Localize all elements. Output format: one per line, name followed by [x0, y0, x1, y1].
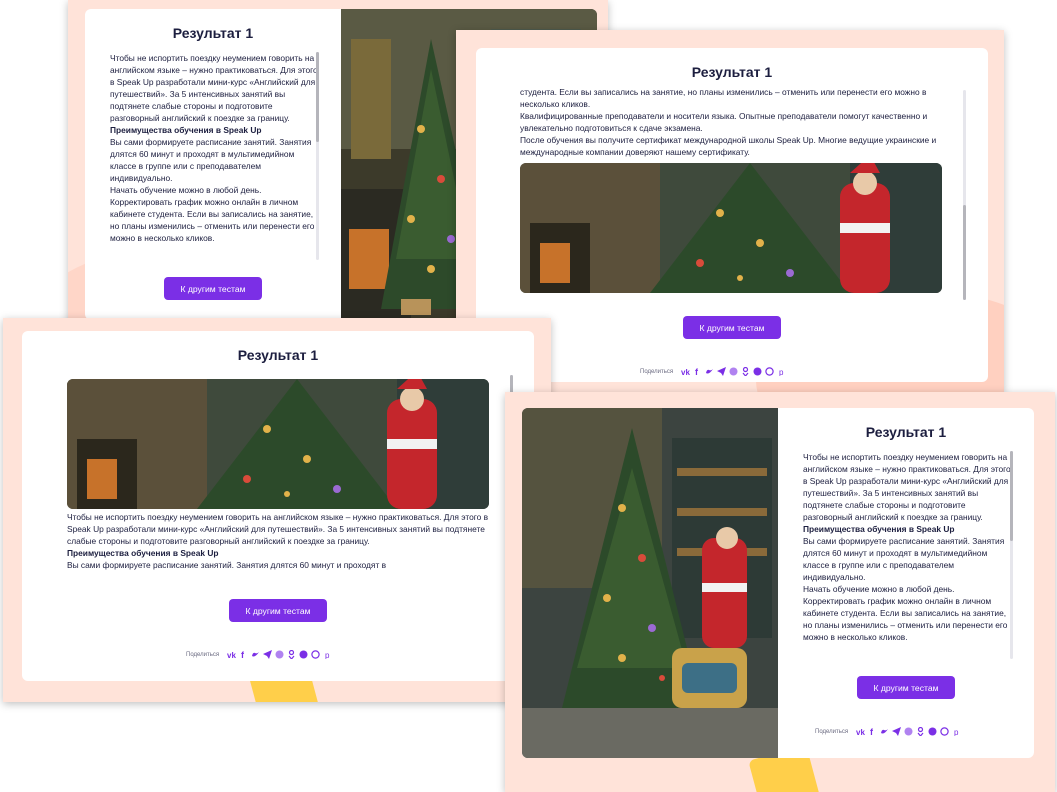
scrollbar[interactable]: [316, 52, 319, 260]
result-subheading: Преимущества обучения в Speak Up: [67, 548, 219, 558]
whatsapp-icon[interactable]: [311, 650, 320, 659]
other-tests-button[interactable]: К другим тестам: [857, 676, 955, 699]
telegram-icon[interactable]: [717, 367, 727, 376]
share-icons: vk f p: [227, 650, 332, 659]
svg-text:vk: vk: [227, 651, 236, 659]
telegram-icon[interactable]: [263, 650, 273, 659]
other-tests-button[interactable]: К другим тестам: [164, 277, 262, 300]
screenshot-frame-3: Результат 1 Чтобы не испортить поездку н…: [3, 318, 551, 702]
viber-alt-icon[interactable]: [275, 650, 284, 659]
result-paragraph: Чтобы не испортить поездку неумением гов…: [67, 512, 489, 546]
scrollbar-thumb[interactable]: [316, 52, 319, 142]
svg-text:f: f: [241, 650, 245, 659]
share-icons: vk f p: [856, 727, 961, 736]
vk-icon[interactable]: vk: [227, 650, 236, 659]
svg-text:vk: vk: [681, 368, 690, 376]
result-card-4: Результат 1 Чтобы не испортить поездку н…: [522, 408, 1034, 758]
result-subheading: Преимущества обучения в Speak Up: [110, 125, 262, 135]
viber-alt-icon[interactable]: [904, 727, 913, 736]
vk-icon[interactable]: vk: [681, 367, 690, 376]
share-row: Поделиться vk f p: [186, 650, 332, 659]
scrollbar[interactable]: [963, 90, 966, 300]
other-tests-button[interactable]: К другим тестам: [229, 599, 327, 622]
svg-text:vk: vk: [856, 728, 865, 736]
pinterest-icon[interactable]: p: [777, 367, 786, 376]
odnoklassniki-icon[interactable]: [741, 367, 750, 376]
share-row: Поделиться vk f p: [640, 367, 786, 376]
share-label: Поделиться: [186, 651, 220, 658]
share-row: Поделиться vk f p: [815, 727, 961, 736]
svg-text:p: p: [779, 368, 784, 376]
result-paragraph: Квалифицированные преподаватели и носите…: [520, 111, 928, 133]
facebook-icon[interactable]: f: [868, 727, 877, 736]
pinterest-icon[interactable]: p: [323, 650, 332, 659]
result-paragraph: Вы сами формируете расписание занятий. З…: [803, 536, 1005, 582]
odnoklassniki-icon[interactable]: [287, 650, 296, 659]
pinterest-icon[interactable]: p: [952, 727, 961, 736]
viber-icon[interactable]: [299, 650, 308, 659]
scrollbar-thumb[interactable]: [1010, 451, 1013, 541]
share-label: Поделиться: [640, 368, 674, 375]
twitter-icon[interactable]: [705, 367, 714, 376]
telegram-icon[interactable]: [892, 727, 902, 736]
whatsapp-icon[interactable]: [940, 727, 949, 736]
svg-text:f: f: [870, 727, 874, 736]
result-paragraph: Чтобы не испортить поездку неумением гов…: [803, 452, 1011, 522]
share-icons: vk f p: [681, 367, 786, 376]
vk-icon[interactable]: vk: [856, 727, 865, 736]
whatsapp-icon[interactable]: [765, 367, 774, 376]
result-paragraph: Начать обучение можно в любой день. Корр…: [110, 185, 315, 243]
christmas-photo: [67, 379, 489, 509]
result-title: Результат 1: [237, 347, 319, 363]
facebook-icon[interactable]: f: [239, 650, 248, 659]
result-paragraph: студента. Если вы записались на занятие,…: [520, 87, 927, 109]
odnoklassniki-icon[interactable]: [916, 727, 925, 736]
result-text: Чтобы не испортить поездку неумением гов…: [803, 451, 1013, 659]
twitter-icon[interactable]: [880, 727, 889, 736]
christmas-photo: [522, 408, 778, 758]
viber-icon[interactable]: [928, 727, 937, 736]
result-card-2: Результат 1 студента. Если вы записались…: [476, 48, 988, 382]
viber-alt-icon[interactable]: [729, 367, 738, 376]
scrollbar-thumb[interactable]: [963, 205, 966, 300]
result-paragraph: Вы сами формируете расписание занятий. З…: [67, 560, 387, 570]
scrollbar[interactable]: [1010, 451, 1013, 659]
result-text: Чтобы не испортить поездку неумением гов…: [67, 511, 497, 583]
result-paragraph: Чтобы не испортить поездку неумением гов…: [110, 53, 318, 123]
facebook-icon[interactable]: f: [693, 367, 702, 376]
result-paragraph: Начать обучение можно в любой день. Корр…: [803, 584, 1008, 642]
twitter-icon[interactable]: [251, 650, 260, 659]
result-paragraph: Вы сами формируете расписание занятий. З…: [110, 137, 312, 183]
result-paragraph: После обучения вы получите сертификат ме…: [520, 135, 937, 157]
result-subheading: Преимущества обучения в Speak Up: [803, 524, 955, 534]
result-text: Чтобы не испортить поездку неумением гов…: [110, 52, 320, 260]
result-card-3: Результат 1 Чтобы не испортить поездку н…: [22, 331, 534, 681]
christmas-photo: [520, 163, 942, 293]
other-tests-button[interactable]: К другим тестам: [683, 316, 781, 339]
result-title: Результат 1: [172, 25, 254, 41]
result-title: Результат 1: [691, 64, 773, 80]
result-text: студента. Если вы записались на занятие,…: [520, 86, 950, 158]
svg-text:p: p: [954, 728, 959, 736]
result-title: Результат 1: [865, 424, 947, 440]
share-label: Поделиться: [815, 728, 849, 735]
viber-icon[interactable]: [753, 367, 762, 376]
svg-text:f: f: [695, 367, 699, 376]
svg-text:p: p: [325, 651, 330, 659]
screenshot-frame-4: Результат 1 Чтобы не испортить поездку н…: [505, 392, 1055, 792]
